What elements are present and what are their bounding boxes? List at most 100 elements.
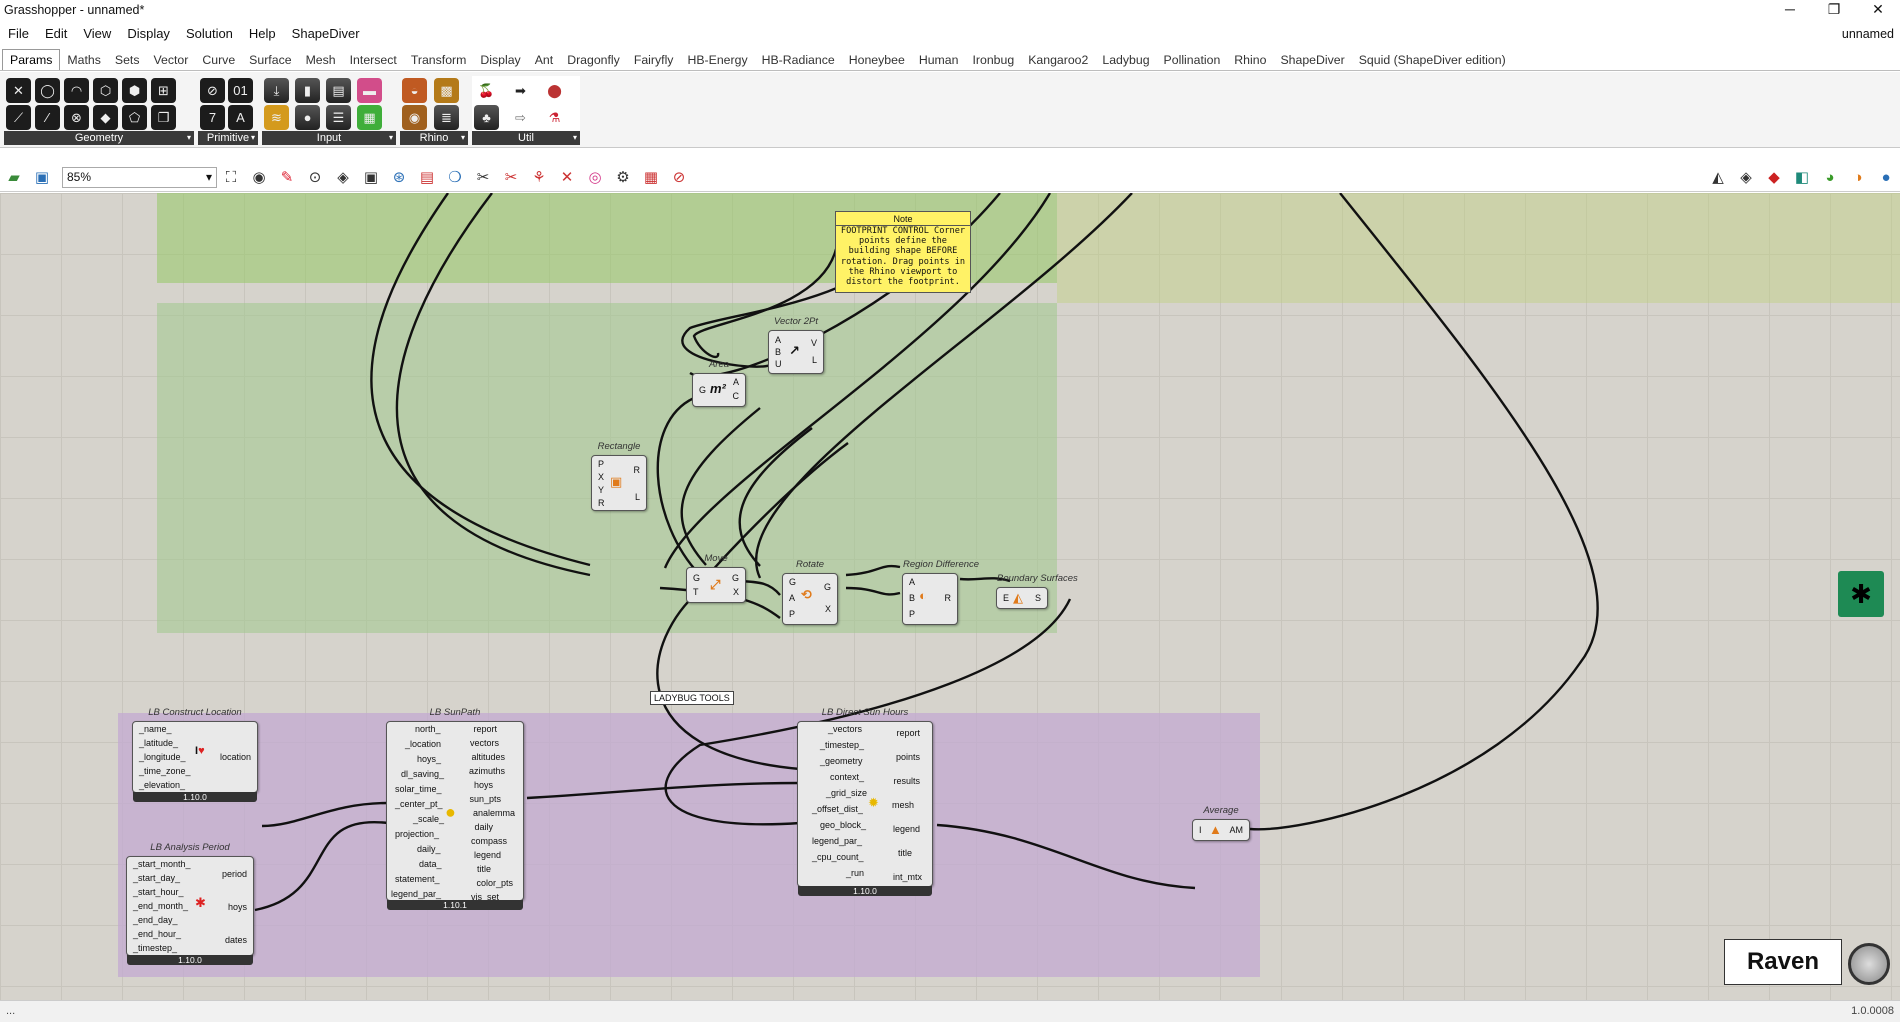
port-time-zone[interactable]: _time_zone_ bbox=[139, 766, 191, 776]
component-area[interactable]: Area G A C m² bbox=[692, 359, 746, 407]
menu-help[interactable]: Help bbox=[241, 22, 284, 46]
port-latitude[interactable]: _latitude_ bbox=[139, 738, 178, 748]
port-color-pts[interactable]: color_pts bbox=[476, 878, 513, 888]
tab-pollination[interactable]: Pollination bbox=[1157, 50, 1228, 70]
wire-hidden-icon[interactable]: ✕ bbox=[556, 166, 578, 188]
port-r[interactable]: R bbox=[945, 593, 952, 603]
component-lb-analysis-period[interactable]: LB Analysis Period _start_month_ _start_… bbox=[126, 842, 254, 965]
save-file-icon[interactable]: ▣ bbox=[31, 166, 53, 188]
calendar-icon[interactable]: ▦ bbox=[640, 166, 662, 188]
port-start-hour[interactable]: _start_hour_ bbox=[133, 887, 184, 897]
port-dates[interactable]: dates bbox=[225, 935, 247, 945]
port-geometry[interactable]: _geometry bbox=[820, 756, 863, 766]
preview-select-icon[interactable]: ◧ bbox=[1791, 166, 1813, 188]
component-rectangle[interactable]: Rectangle P X Y R R L ▣ bbox=[591, 441, 647, 511]
component-average[interactable]: Average I AM ▲ bbox=[1192, 805, 1250, 841]
port-p[interactable]: P bbox=[909, 609, 915, 619]
port-north[interactable]: north_ bbox=[415, 724, 441, 734]
port-b[interactable]: B bbox=[775, 347, 781, 357]
port-center-pt[interactable]: _center_pt_ bbox=[395, 799, 443, 809]
tab-intersect[interactable]: Intersect bbox=[343, 50, 404, 70]
preview-shaded-icon[interactable]: ◆ bbox=[1763, 166, 1785, 188]
port-t[interactable]: T bbox=[693, 587, 699, 597]
port-p[interactable]: P bbox=[598, 459, 604, 469]
port-r[interactable]: R bbox=[598, 498, 605, 508]
port-scale[interactable]: _scale_ bbox=[413, 814, 444, 824]
tree-icon[interactable]: ♣ bbox=[474, 105, 499, 130]
param-dial-icon[interactable]: ● bbox=[295, 105, 320, 130]
grasshopper-canvas[interactable]: Note FOOTPRINT CONTROL Corner points def… bbox=[0, 193, 1900, 1000]
component-boundary-surfaces[interactable]: Boundary Surfaces E S ◭ bbox=[996, 573, 1078, 609]
port-statement[interactable]: statement_ bbox=[395, 874, 440, 884]
param-circle-icon[interactable]: ◯ bbox=[35, 78, 60, 103]
param-list-icon[interactable]: ☰ bbox=[326, 105, 351, 130]
search-icon[interactable]: ⊛ bbox=[388, 166, 410, 188]
port-daily[interactable]: daily_ bbox=[417, 844, 441, 854]
ladybug-tools-tag[interactable]: LADYBUG TOOLS bbox=[650, 691, 734, 705]
port-legend[interactable]: legend bbox=[893, 824, 920, 834]
port-a[interactable]: A bbox=[775, 335, 781, 345]
preview-color-icon[interactable]: ◑ bbox=[1847, 166, 1869, 188]
port-name[interactable]: _name_ bbox=[139, 724, 172, 734]
port-compass[interactable]: compass bbox=[471, 836, 507, 846]
preview-mesh-icon[interactable]: ◕ bbox=[1819, 166, 1841, 188]
tab-ladybug[interactable]: Ladybug bbox=[1095, 50, 1156, 70]
ribbon-group-label[interactable]: Geometry bbox=[4, 131, 194, 145]
port-azimuths[interactable]: azimuths bbox=[469, 766, 505, 776]
port-longitude[interactable]: _longitude_ bbox=[139, 752, 186, 762]
ribbon-group-label[interactable]: Util bbox=[472, 131, 580, 145]
menu-display[interactable]: Display bbox=[119, 22, 178, 46]
param-graph-icon[interactable]: ≋ bbox=[264, 105, 289, 130]
minimize-button[interactable]: ─ bbox=[1768, 0, 1812, 20]
arrow-outline-icon[interactable]: ⇨ bbox=[508, 105, 533, 130]
port-offset-dist[interactable]: _offset_dist_ bbox=[812, 804, 863, 814]
bubble-icon[interactable]: ⬤ bbox=[542, 78, 567, 103]
tab-ant[interactable]: Ant bbox=[528, 50, 560, 70]
component-lb-sunpath[interactable]: LB SunPath north_ _location hoys_ dl_sav… bbox=[386, 707, 524, 910]
tab-sets[interactable]: Sets bbox=[108, 50, 147, 70]
disable-icon[interactable]: ⊘ bbox=[668, 166, 690, 188]
zoom-extents-icon[interactable]: ⛶ bbox=[220, 166, 242, 188]
port-l[interactable]: L bbox=[635, 492, 640, 502]
tab-honeybee[interactable]: Honeybee bbox=[842, 50, 912, 70]
tab-human[interactable]: Human bbox=[912, 50, 966, 70]
port-c[interactable]: C bbox=[733, 391, 740, 401]
tab-display[interactable]: Display bbox=[473, 50, 527, 70]
port-report[interactable]: report bbox=[473, 724, 497, 734]
port-end-hour[interactable]: _end_hour_ bbox=[133, 929, 181, 939]
port-u[interactable]: U bbox=[775, 359, 782, 369]
port-l[interactable]: L bbox=[812, 355, 817, 365]
menu-solution[interactable]: Solution bbox=[178, 22, 241, 46]
port-start-month[interactable]: _start_month_ bbox=[133, 859, 191, 869]
param-panel-icon[interactable]: ⤓ bbox=[264, 78, 289, 103]
balloon-icon[interactable]: ❍ bbox=[444, 166, 466, 188]
port-x[interactable]: X bbox=[733, 587, 739, 597]
port-title[interactable]: title bbox=[477, 864, 491, 874]
tab-maths[interactable]: Maths bbox=[60, 50, 108, 70]
tab-vector[interactable]: Vector bbox=[146, 50, 195, 70]
port-geo-block[interactable]: geo_block_ bbox=[820, 820, 866, 830]
preview-wire-icon[interactable]: ◈ bbox=[1735, 166, 1757, 188]
close-button[interactable]: ✕ bbox=[1856, 0, 1900, 20]
param-matrix-icon[interactable]: ▦ bbox=[357, 105, 382, 130]
sketch-pen-icon[interactable]: ✎ bbox=[276, 166, 298, 188]
port-projection[interactable]: projection_ bbox=[395, 829, 439, 839]
menu-file[interactable]: File bbox=[0, 22, 37, 46]
port-points[interactable]: points bbox=[896, 752, 920, 762]
param-group-icon[interactable]: ❐ bbox=[151, 105, 176, 130]
port-x[interactable]: X bbox=[825, 604, 831, 614]
port-cpu-count[interactable]: _cpu_count_ bbox=[812, 852, 864, 862]
param-rhino-layer-icon[interactable]: ◒ bbox=[402, 78, 427, 103]
ribbon-group-label[interactable]: Primitive bbox=[198, 131, 258, 145]
port-legend[interactable]: legend bbox=[474, 850, 501, 860]
tab-shapediver[interactable]: ShapeDiver bbox=[1273, 50, 1351, 70]
menu-view[interactable]: View bbox=[75, 22, 119, 46]
component-region-difference[interactable]: Region Difference A B P R ◐ bbox=[902, 559, 979, 625]
param-field-icon[interactable]: ⊞ bbox=[151, 78, 176, 103]
zoom-dropdown[interactable]: 85% ▾ bbox=[62, 166, 217, 188]
param-surface-icon[interactable]: ⬠ bbox=[122, 105, 147, 130]
tab-ironbug[interactable]: Ironbug bbox=[965, 50, 1021, 70]
param-brep-icon[interactable]: ⬢ bbox=[122, 78, 147, 103]
port-g-out[interactable]: G bbox=[732, 573, 739, 583]
param-curve-icon[interactable]: ⟋ bbox=[6, 105, 31, 130]
